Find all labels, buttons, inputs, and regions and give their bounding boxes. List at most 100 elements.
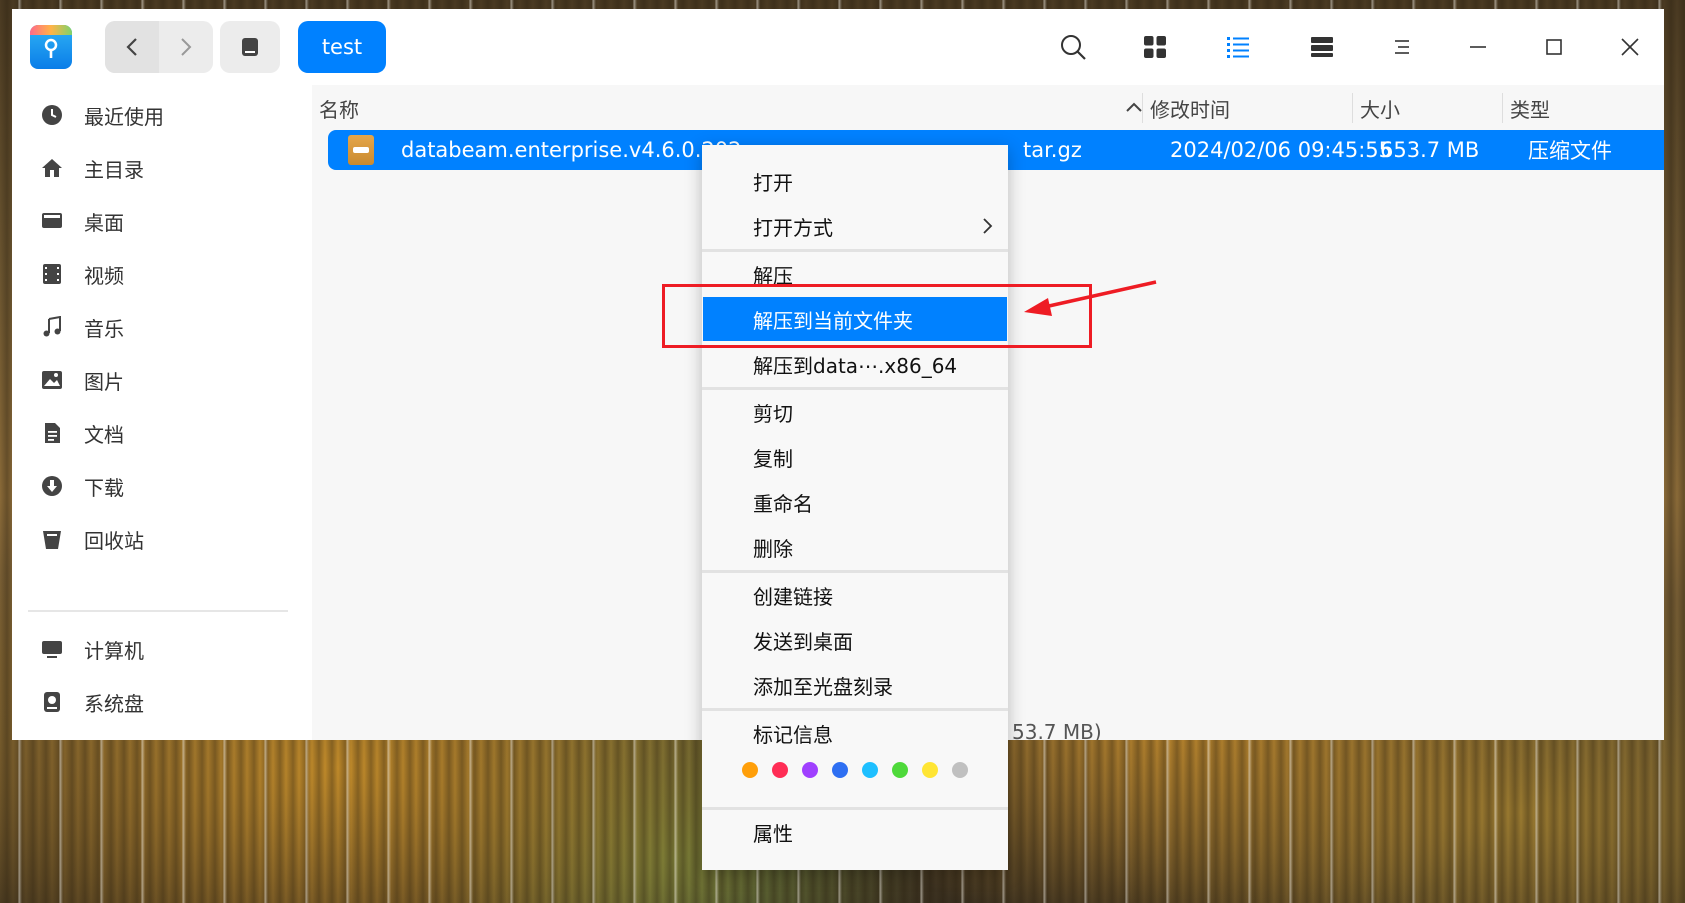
- chevron-right-icon: [181, 38, 192, 56]
- maximize-button[interactable]: [1536, 29, 1572, 65]
- sidebar-item-desktop[interactable]: 桌面: [26, 196, 296, 246]
- sidebar-item-label: 计算机: [84, 638, 144, 663]
- file-name-start: databeam.enterprise.v4.6.0.202: [401, 138, 742, 162]
- menu-item-open[interactable]: 打开: [703, 159, 1007, 203]
- sidebar-item-label: 回收站: [84, 528, 144, 553]
- sort-ascending-icon[interactable]: [1125, 101, 1143, 113]
- column-divider[interactable]: [1502, 93, 1503, 123]
- sidebar-item-label: 最近使用: [84, 104, 164, 129]
- column-header-label: 修改时间: [1150, 97, 1230, 122]
- tag-color-dot[interactable]: [772, 762, 788, 778]
- tag-color-dot[interactable]: [892, 762, 908, 778]
- navigation-group: [105, 21, 213, 73]
- sidebar-item-computer[interactable]: 计算机: [26, 624, 296, 674]
- context-menu: 打开 打开方式 解压 解压到当前文件夹 解压到data⋯.x86_64 剪切 复…: [702, 145, 1008, 870]
- film-icon: [40, 262, 64, 286]
- search-button[interactable]: [1055, 29, 1091, 65]
- menu-item-rename[interactable]: 重命名: [703, 480, 1007, 524]
- desktop-icon: [40, 209, 64, 233]
- sidebar-item-pictures[interactable]: 图片: [26, 355, 296, 405]
- menu-icon: [1395, 40, 1409, 54]
- column-header-label: 类型: [1510, 97, 1550, 122]
- menu-item-label: 重命名: [753, 491, 813, 516]
- menu-item-label: 添加至光盘刻录: [753, 674, 893, 699]
- main-menu-button[interactable]: [1384, 29, 1420, 65]
- minimize-button[interactable]: [1460, 29, 1496, 65]
- menu-item-copy[interactable]: 复制: [703, 435, 1007, 479]
- trash-icon: [40, 527, 64, 551]
- menu-item-label: 属性: [753, 821, 793, 846]
- column-header-modified[interactable]: 修改时间: [1150, 89, 1230, 127]
- sidebar-item-recent[interactable]: 最近使用: [26, 90, 296, 140]
- tag-color-dot[interactable]: [832, 762, 848, 778]
- menu-item-label: 创建链接: [753, 584, 833, 609]
- menu-item-add-to-disc[interactable]: 添加至光盘刻录: [703, 663, 1007, 707]
- detail-view-button[interactable]: [1304, 29, 1340, 65]
- menu-item-extract-to[interactable]: 解压到data⋯.x86_64: [703, 342, 1007, 386]
- menu-item-open-with[interactable]: 打开方式: [703, 204, 1007, 248]
- list-view-icon: [1227, 37, 1249, 58]
- tag-color-dot[interactable]: [952, 762, 968, 778]
- tag-color-dot[interactable]: [862, 762, 878, 778]
- titlebar: test: [12, 9, 1664, 85]
- sidebar-item-trash[interactable]: 回收站: [26, 514, 296, 564]
- file-name-end: tar.gz: [1023, 138, 1082, 162]
- menu-item-cut[interactable]: 剪切: [703, 390, 1007, 434]
- sidebar-item-home[interactable]: 主目录: [26, 143, 296, 193]
- document-icon: [40, 421, 64, 445]
- column-divider[interactable]: [1352, 93, 1353, 123]
- column-header-type[interactable]: 类型: [1510, 89, 1550, 127]
- tag-color-dot[interactable]: [802, 762, 818, 778]
- minimize-icon: [1470, 46, 1486, 48]
- sidebar-item-downloads[interactable]: 下载: [26, 461, 296, 511]
- column-header-label: 大小: [1360, 97, 1400, 122]
- split-view-icon: [1311, 37, 1333, 57]
- menu-item-label: 发送到桌面: [753, 629, 853, 654]
- archive-file-icon: [348, 135, 374, 165]
- sidebar-divider: [28, 610, 288, 612]
- sidebar-item-label: 桌面: [84, 210, 124, 235]
- tag-color-dot[interactable]: [742, 762, 758, 778]
- sidebar-item-label: 视频: [84, 263, 124, 288]
- sidebar: 最近使用 主目录 桌面 视频 音乐 图片 文档 下载 回收站 计算机 系统盘: [12, 85, 312, 740]
- file-type: 压缩文件: [1528, 139, 1612, 163]
- menu-item-label: 解压到data⋯.x86_64: [753, 353, 958, 378]
- menu-item-label: 剪切: [753, 401, 793, 426]
- menu-item-properties[interactable]: 属性: [703, 810, 1007, 854]
- monitor-icon: [40, 637, 64, 661]
- menu-item-label: 复制: [753, 446, 793, 471]
- menu-item-label: 标记信息: [753, 722, 833, 747]
- search-icon: [1061, 35, 1086, 60]
- sidebar-item-music[interactable]: 音乐: [26, 302, 296, 352]
- menu-item-label: 打开: [753, 170, 793, 195]
- breadcrumb-current[interactable]: test: [298, 21, 386, 73]
- disk-icon: [40, 690, 64, 714]
- disk-location-button[interactable]: [220, 21, 280, 73]
- forward-button[interactable]: [159, 21, 213, 73]
- sidebar-item-label: 音乐: [84, 316, 124, 341]
- back-button[interactable]: [105, 21, 159, 73]
- list-view-button[interactable]: [1220, 29, 1256, 65]
- clock-icon: [40, 103, 64, 127]
- close-button[interactable]: [1612, 29, 1648, 65]
- chevron-right-icon: [983, 218, 993, 234]
- menu-item-create-link[interactable]: 创建链接: [703, 573, 1007, 617]
- sidebar-item-videos[interactable]: 视频: [26, 249, 296, 299]
- maximize-icon: [1546, 39, 1562, 55]
- sidebar-item-label: 下载: [84, 475, 124, 500]
- column-header-size[interactable]: 大小: [1360, 89, 1400, 127]
- tag-color-dot[interactable]: [922, 762, 938, 778]
- sidebar-item-label: 文档: [84, 422, 124, 447]
- menu-item-label: 删除: [753, 536, 793, 561]
- icon-view-button[interactable]: [1137, 29, 1173, 65]
- menu-item-tag-info[interactable]: 标记信息: [703, 711, 1007, 755]
- tag-color-picker: [742, 762, 968, 778]
- close-icon: [1621, 38, 1639, 56]
- sidebar-item-system-disk[interactable]: 系统盘: [26, 677, 296, 727]
- column-header-label: 名称: [319, 97, 359, 122]
- menu-item-delete[interactable]: 删除: [703, 525, 1007, 569]
- sidebar-item-documents[interactable]: 文档: [26, 408, 296, 458]
- menu-item-send-to-desktop[interactable]: 发送到桌面: [703, 618, 1007, 662]
- column-header-name[interactable]: 名称: [319, 89, 359, 127]
- column-divider[interactable]: [1142, 93, 1143, 123]
